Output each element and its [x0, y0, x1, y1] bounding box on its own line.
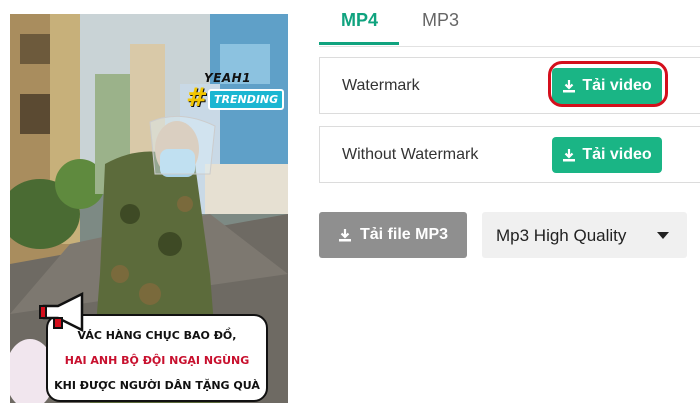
- active-tab-indicator: [319, 42, 399, 45]
- megaphone-icon: [39, 292, 84, 332]
- mp3-quality-select[interactable]: Mp3 High Quality: [482, 212, 687, 258]
- caption-line-2: HAI ANH BỘ ĐỘI NGẠI NGÙNG: [64, 354, 250, 367]
- trending-badge: TRENDING: [208, 89, 285, 110]
- caret-down-icon: [657, 232, 669, 239]
- caption-line-3: KHI ĐƯỢC NGƯỜI DÂN TẶNG QUÀ: [54, 379, 260, 392]
- download-row-no-watermark: Without Watermark Tải video: [319, 126, 700, 183]
- video-thumbnail: YEAH1 # TRENDING VÁC HÀNG CHỤC BAO ĐỒ, H…: [10, 14, 288, 403]
- yeah1-trending-logo: YEAH1 # TRENDING: [186, 71, 285, 127]
- download-video-no-watermark-button[interactable]: Tải video: [552, 137, 662, 173]
- quality-selected-value: Mp3 High Quality: [496, 226, 627, 245]
- tab-mp4[interactable]: MP4: [341, 10, 378, 31]
- download-icon: [338, 229, 351, 242]
- highlight-outline: [548, 61, 668, 107]
- format-tabs: MP4 MP3: [319, 0, 700, 47]
- row-label-watermark: Watermark: [342, 77, 420, 94]
- logo-text: YEAH1: [204, 71, 252, 85]
- mp3-button-label: Tải file MP3: [359, 226, 449, 243]
- tab-mp3[interactable]: MP3: [422, 10, 459, 31]
- download-button-label: Tải video: [582, 146, 652, 163]
- hashtag-symbol: #: [186, 83, 208, 113]
- download-mp3-button[interactable]: Tải file MP3: [319, 212, 467, 258]
- row-label-no-watermark: Without Watermark: [342, 146, 479, 163]
- download-icon: [563, 149, 576, 162]
